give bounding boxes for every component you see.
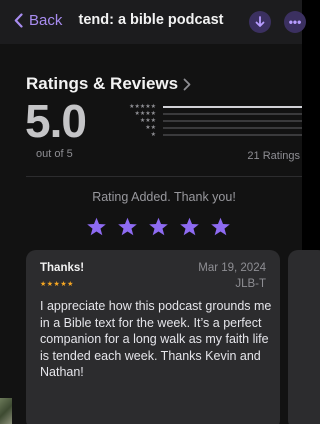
review-body: I appreciate how this podcast grounds me… [40,299,272,379]
average-rating: 5.0 [25,95,87,147]
star-icon[interactable] [86,217,107,237]
star-row-5: ★★★★★ [129,104,156,110]
out-of-label: out of 5 [36,148,73,160]
navigation-bar: Back tend: a bible podcast ••• [0,0,306,44]
review-date: Mar 19, 2024 [198,262,266,274]
back-label: Back [29,12,63,29]
rating-bar [163,134,302,136]
review-card[interactable]: Thanks! Mar 19, 2024 ★★★★★ JLB-T I appre… [26,250,280,424]
ratings-reviews-section: Ratings & Reviews 5.0 out of 5 ★★★★★ ★★★… [0,44,320,424]
ratings-count: 21 Ratings [247,150,300,162]
star-icon[interactable] [179,217,200,237]
rating-bar [163,113,302,115]
chevron-left-icon [14,13,23,28]
rating-bar [163,127,302,129]
rating-bar [163,106,302,108]
ellipsis-icon: ••• [288,15,302,29]
review-stars: ★★★★★ [40,281,74,288]
tap-to-rate-stars [86,217,241,237]
background-photo-edge [0,398,12,424]
arrow-down-icon [255,16,265,27]
rating-bar [163,120,302,122]
review-author: JLB-T [235,278,266,290]
star-row-4: ★★★★ [134,111,156,117]
download-button[interactable] [249,11,271,33]
star-row-1: ★ [150,132,156,138]
ratings-reviews-header[interactable]: Ratings & Reviews [26,74,191,94]
rating-bar-fill [163,106,302,108]
next-review-card[interactable] [288,250,320,424]
chevron-right-icon [183,78,191,90]
divider [26,176,302,177]
star-row-3: ★★★ [139,118,156,124]
star-icon[interactable] [210,217,231,237]
star-icon[interactable] [117,217,138,237]
rating-added-message: Rating Added. Thank you! [92,190,236,204]
review-title: Thanks! [40,262,85,274]
podcast-title: tend: a bible podcast [78,12,224,28]
star-row-2: ★★ [145,125,156,131]
more-button[interactable]: ••• [284,11,306,33]
section-title: Ratings & Reviews [26,74,179,93]
back-button[interactable]: Back [14,12,62,29]
star-icon[interactable] [148,217,169,237]
